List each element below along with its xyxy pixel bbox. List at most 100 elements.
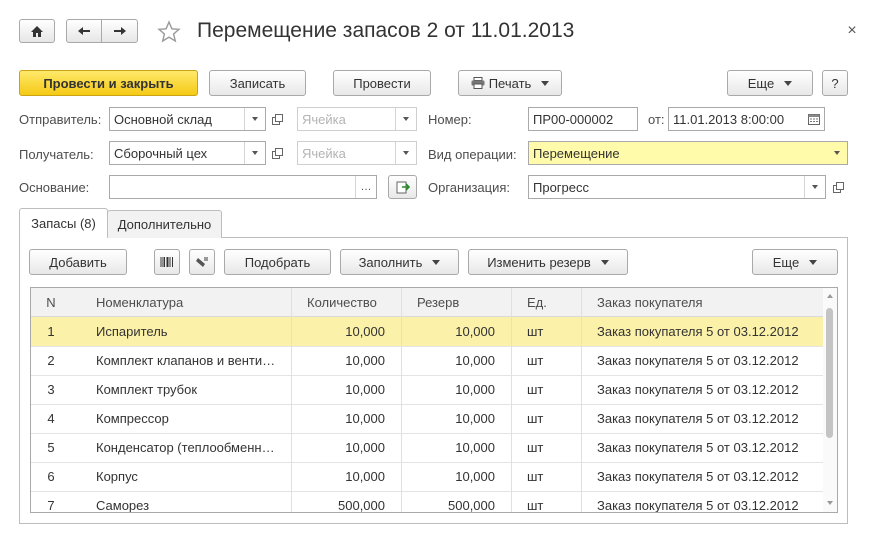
receiver-field[interactable]: Сборочный цех (109, 141, 266, 165)
add-button[interactable]: Добавить (29, 249, 127, 275)
operation-field[interactable]: Перемещение (528, 141, 848, 165)
sender-cell-field[interactable]: Ячейка (297, 107, 417, 131)
basis-fill-button[interactable] (388, 175, 417, 199)
table-cell[interactable]: 500,000 (411, 491, 495, 512)
table-row[interactable]: 3 Комплект трубок 10,000 10,000 шт Заказ поку… (31, 375, 823, 405)
table-cell[interactable]: шт (527, 346, 577, 375)
tab-inventory[interactable]: Запасы (8) (19, 208, 108, 238)
table-cell[interactable]: Заказ покупателя 5 от 03.12.2012 (597, 404, 817, 433)
table-cell[interactable]: Заказ покупателя 5 от 03.12.2012 (597, 346, 817, 375)
table-cell[interactable]: 10,000 (411, 462, 495, 491)
sender-field[interactable]: Основной склад (109, 107, 266, 131)
column-header[interactable]: Резерв (417, 288, 517, 316)
table-row[interactable]: 4 Компрессор 10,000 10,000 шт Заказ покупател… (31, 404, 823, 434)
favorite-star-button[interactable] (157, 20, 183, 44)
receiver-open-button[interactable] (268, 142, 286, 164)
table-cell[interactable]: шт (527, 404, 577, 433)
print-button[interactable]: Печать (458, 70, 562, 96)
table-cell[interactable]: 4 (31, 404, 71, 433)
table-row[interactable]: 2 Комплект клапанов и венти… 10,000 10,000 ш… (31, 346, 823, 376)
table-cell[interactable]: 1 (31, 317, 71, 346)
forward-button[interactable] (101, 19, 138, 43)
tab-additional[interactable]: Дополнительно (107, 210, 222, 238)
table-cell[interactable]: 500,000 (301, 491, 385, 512)
save-button[interactable]: Записать (209, 70, 306, 96)
scrollbar-thumb[interactable] (826, 308, 833, 438)
column-header[interactable]: Заказ покупателя (597, 288, 817, 316)
column-header[interactable]: N (31, 288, 71, 316)
table-cell[interactable]: 10,000 (301, 462, 385, 491)
calendar-button[interactable] (804, 108, 824, 130)
sender-cell-dropdown-button[interactable] (395, 108, 416, 130)
table-cell[interactable]: 3 (31, 375, 71, 404)
sender-open-button[interactable] (268, 108, 286, 130)
more-actions-button[interactable]: Еще (727, 70, 813, 96)
organization-field[interactable]: Прогресс (528, 175, 826, 199)
inventory-table[interactable]: N Номенклатура Количество Резерв Ед. Зак… (30, 287, 838, 513)
table-cell[interactable]: 10,000 (301, 433, 385, 462)
table-cell[interactable]: 10,000 (411, 375, 495, 404)
number-field[interactable]: ПР00-000002 (528, 107, 638, 131)
table-cell[interactable]: 2 (31, 346, 71, 375)
table-cell[interactable]: 10,000 (301, 317, 385, 346)
table-cell[interactable]: шт (527, 462, 577, 491)
table-cell[interactable]: шт (527, 491, 577, 512)
table-cell[interactable]: 10,000 (301, 346, 385, 375)
table-cell[interactable]: 6 (31, 462, 71, 491)
table-cell[interactable]: 10,000 (411, 404, 495, 433)
table-row[interactable]: 6 Корпус 10,000 10,000 шт Заказ покупателя 5 … (31, 462, 823, 492)
change-reserve-button[interactable]: Изменить резерв (468, 249, 628, 275)
table-cell[interactable]: Корпус (96, 462, 286, 491)
table-cell[interactable]: 7 (31, 491, 71, 512)
table-cell[interactable]: шт (527, 375, 577, 404)
table-cell[interactable]: 10,000 (411, 346, 495, 375)
table-more-button[interactable]: Еще (752, 249, 838, 275)
table-cell[interactable]: 10,000 (411, 433, 495, 462)
post-button[interactable]: Провести (333, 70, 431, 96)
post-and-close-button[interactable]: Провести и закрыть (19, 70, 198, 96)
receiver-cell-field[interactable]: Ячейка (297, 141, 417, 165)
organization-open-button[interactable] (829, 176, 847, 198)
table-cell[interactable]: Заказ покупателя 5 от 03.12.2012 (597, 462, 817, 491)
table-row[interactable]: 1 Испаритель 10,000 10,000 шт Заказ покупател… (31, 317, 823, 347)
table-cell[interactable]: Конденсатор (теплообменн… (96, 433, 286, 462)
date-field[interactable]: 11.01.2013 8:00:00 (668, 107, 825, 131)
sender-dropdown-button[interactable] (244, 108, 265, 130)
barcode-button[interactable] (154, 249, 180, 275)
table-cell[interactable]: Заказ покупателя 5 от 03.12.2012 (597, 433, 817, 462)
table-cell[interactable]: 10,000 (301, 404, 385, 433)
table-cell[interactable]: 5 (31, 433, 71, 462)
table-cell[interactable]: 10,000 (301, 375, 385, 404)
help-button[interactable]: ? (822, 70, 848, 96)
table-scrollbar[interactable] (823, 288, 837, 512)
table-row[interactable]: 5 Конденсатор (теплообменн… 10,000 10,000 шт… (31, 433, 823, 463)
table-cell[interactable]: Комплект клапанов и венти… (96, 346, 286, 375)
column-header[interactable]: Номенклатура (96, 288, 286, 316)
column-header[interactable]: Ед. (527, 288, 577, 316)
table-cell[interactable]: 10,000 (411, 317, 495, 346)
organization-dropdown-button[interactable] (804, 176, 825, 198)
table-cell[interactable]: Испаритель (96, 317, 286, 346)
receiver-cell-dropdown-button[interactable] (395, 142, 416, 164)
basis-select-button[interactable]: … (355, 176, 376, 198)
home-button[interactable] (19, 19, 55, 43)
fill-button[interactable]: Заполнить (340, 249, 459, 275)
pick-button[interactable]: Подобрать (224, 249, 331, 275)
table-row[interactable]: 7 Саморез 500,000 500,000 шт Заказ покупателя… (31, 491, 823, 512)
table-cell[interactable]: Заказ покупателя 5 от 03.12.2012 (597, 317, 817, 346)
table-cell[interactable]: Саморез (96, 491, 286, 512)
table-cell[interactable]: шт (527, 433, 577, 462)
receiver-dropdown-button[interactable] (244, 142, 265, 164)
column-header[interactable]: Количество (307, 288, 407, 316)
back-button[interactable] (66, 19, 102, 43)
table-cell[interactable]: Комплект трубок (96, 375, 286, 404)
operation-dropdown-button[interactable] (827, 142, 847, 164)
chevron-down-icon (432, 259, 441, 265)
basis-field[interactable]: … (109, 175, 377, 199)
close-button[interactable]: × (844, 22, 860, 40)
data-collection-terminal-button[interactable] (189, 249, 215, 275)
table-cell[interactable]: шт (527, 317, 577, 346)
table-cell[interactable]: Заказ покупателя 5 от 03.12.2012 (597, 375, 817, 404)
table-cell[interactable]: Заказ покупателя 5 от 03.12.2012 (597, 491, 817, 512)
table-cell[interactable]: Компрессор (96, 404, 286, 433)
